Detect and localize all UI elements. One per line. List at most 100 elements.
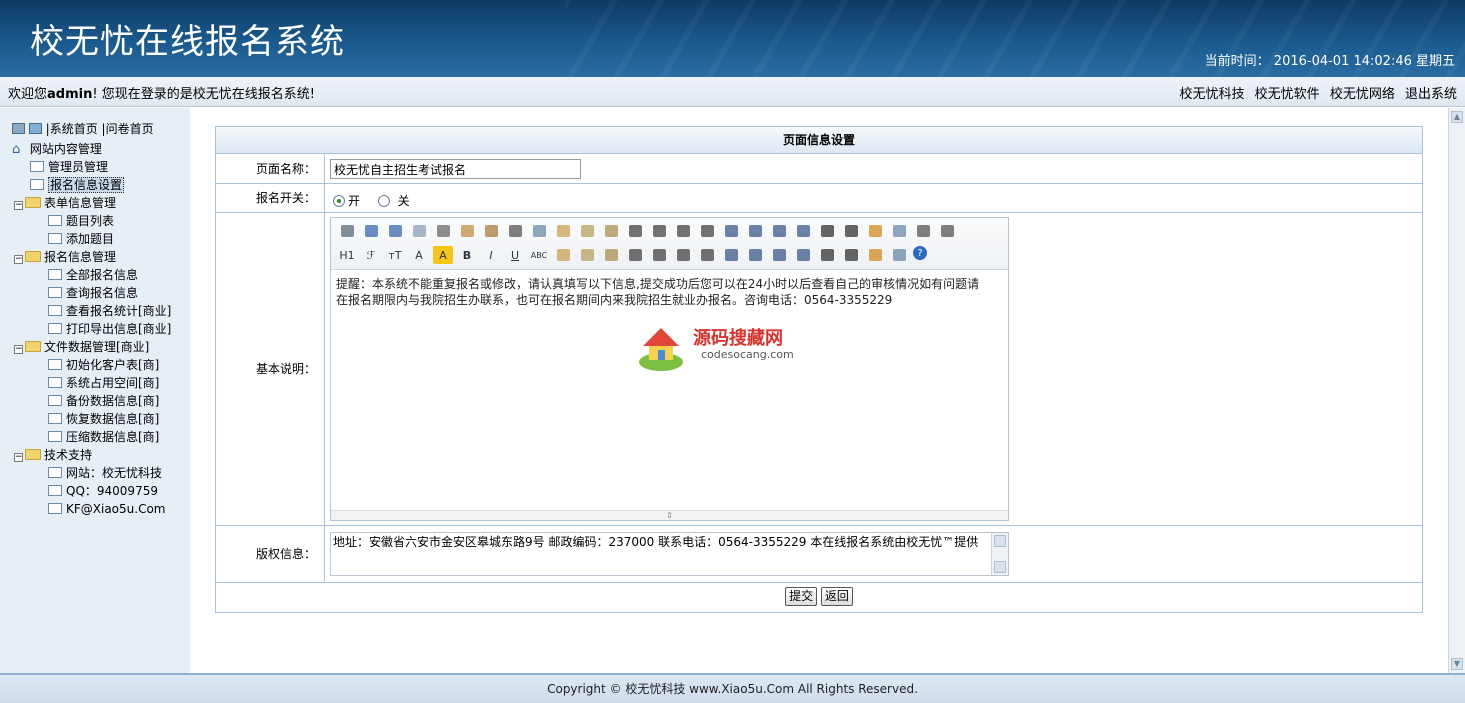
page-name-input[interactable]: [330, 159, 581, 179]
unordered-list-icon[interactable]: [745, 222, 765, 240]
page-break-icon[interactable]: [817, 246, 837, 264]
tree-folder[interactable]: − 表单信息管理: [14, 194, 116, 212]
scroll-down-icon[interactable]: [994, 561, 1006, 573]
submit-button[interactable]: 提交: [785, 587, 818, 606]
scroll-up-arrow-icon[interactable]: ▲: [1451, 111, 1463, 123]
undo-icon[interactable]: [361, 222, 381, 240]
print-icon[interactable]: [433, 222, 453, 240]
copyright-scrollbar[interactable]: [991, 533, 1008, 575]
image-icon[interactable]: [601, 246, 621, 264]
fullscreen-icon[interactable]: [937, 222, 957, 240]
heading-icon[interactable]: H1: [337, 246, 357, 264]
survey-home-link[interactable]: 问卷首页: [106, 122, 154, 136]
back-button[interactable]: 返回: [820, 587, 853, 606]
redo-icon[interactable]: [385, 222, 405, 240]
emoticon-icon[interactable]: [769, 246, 789, 264]
paste-text-icon[interactable]: [577, 222, 597, 240]
collapse-icon[interactable]: −: [14, 255, 23, 264]
font-color-icon[interactable]: A: [409, 246, 429, 264]
tree-item[interactable]: 报名信息设置: [30, 176, 125, 194]
tree-item[interactable]: 打印导出信息[商业]: [48, 320, 171, 338]
italic-icon[interactable]: I: [481, 246, 501, 264]
cut-icon[interactable]: [505, 222, 525, 240]
clear-format-icon[interactable]: [865, 222, 885, 240]
paste-icon[interactable]: [553, 222, 573, 240]
tree-item[interactable]: 添加题目: [48, 230, 114, 248]
align-center-icon[interactable]: [649, 222, 669, 240]
attachment-icon[interactable]: [697, 246, 717, 264]
select-all-icon[interactable]: [889, 222, 909, 240]
source-icon[interactable]: [337, 222, 357, 240]
template-icon[interactable]: [457, 222, 477, 240]
switch-on-radio[interactable]: [333, 195, 345, 207]
tree-item[interactable]: 查看报名统计[商业]: [48, 302, 171, 320]
tree-item[interactable]: 初始化客户表[商]: [48, 356, 159, 374]
flash-icon[interactable]: [649, 246, 669, 264]
subscript-icon[interactable]: [817, 222, 837, 240]
copyright-textarea[interactable]: 地址：安徽省六安市金安区皋城东路9号 邮政编码：237000 联系电话：0564…: [330, 532, 1009, 576]
eraser-icon[interactable]: [577, 246, 597, 264]
indent-icon[interactable]: [769, 222, 789, 240]
superscript-icon[interactable]: [841, 222, 861, 240]
collapse-icon[interactable]: −: [14, 345, 23, 354]
horizontal-rule-icon[interactable]: [745, 246, 765, 264]
main-scrollbar[interactable]: ▲ ▼: [1448, 108, 1465, 673]
link-xiao5u-tech[interactable]: 校无忧科技: [1180, 87, 1245, 102]
highlight-icon[interactable]: A: [433, 246, 453, 264]
link-icon[interactable]: [865, 246, 885, 264]
anchor-icon[interactable]: [841, 246, 861, 264]
ordered-list-icon[interactable]: [721, 222, 741, 240]
logout-link[interactable]: 退出系统: [1405, 87, 1457, 102]
page-icon: [48, 359, 62, 370]
system-home-link[interactable]: 系统首页: [50, 122, 98, 136]
map-icon[interactable]: [793, 246, 813, 264]
tree-item[interactable]: 查询报名信息: [48, 284, 138, 302]
align-left-icon[interactable]: [625, 222, 645, 240]
tree-item[interactable]: 网站：校无忧科技: [48, 464, 162, 482]
tree-item[interactable]: KF@Xiao5u.Com: [48, 500, 166, 518]
code-icon[interactable]: [481, 222, 501, 240]
tree-item[interactable]: 全部报名信息: [48, 266, 138, 284]
tree-item[interactable]: 压缩数据信息[商]: [48, 428, 159, 446]
collapse-all-icon[interactable]: [12, 123, 25, 134]
multi-image-icon[interactable]: [625, 246, 645, 264]
font-size-icon[interactable]: тT: [385, 246, 405, 264]
link-xiao5u-network[interactable]: 校无忧网络: [1330, 87, 1395, 102]
strikethrough-icon[interactable]: ABC: [529, 246, 549, 264]
tree-item[interactable]: 管理员管理: [30, 158, 108, 176]
editor-content[interactable]: 提醒：本系统不能重复报名或修改，请认真填写以下信息,提交成功后您可以在24小时以…: [336, 276, 996, 308]
tree-root[interactable]: ⌂ 网站内容管理: [12, 140, 102, 158]
unlink-icon[interactable]: [889, 246, 909, 264]
switch-off-radio[interactable]: [377, 195, 390, 207]
tree-folder[interactable]: − 报名信息管理: [14, 248, 116, 266]
preview-icon[interactable]: [409, 222, 429, 240]
tree-item[interactable]: QQ：94009759: [48, 482, 158, 500]
line-height-icon[interactable]: [553, 246, 573, 264]
help-icon[interactable]: ?: [913, 246, 927, 260]
tree-item[interactable]: 题目列表: [48, 212, 114, 230]
paste-word-icon[interactable]: [601, 222, 621, 240]
media-icon[interactable]: [673, 246, 693, 264]
tree-item[interactable]: 系统占用空间[商]: [48, 374, 159, 392]
bold-icon[interactable]: B: [457, 246, 477, 264]
collapse-icon[interactable]: −: [14, 201, 23, 210]
tree-folder[interactable]: − 文件数据管理[商业]: [14, 338, 149, 356]
tree-folder[interactable]: − 技术支持: [14, 446, 92, 464]
description-label: 基本说明：: [216, 213, 325, 525]
tree-item[interactable]: 恢复数据信息[商]: [48, 410, 159, 428]
justify-icon[interactable]: [697, 222, 717, 240]
outdent-icon[interactable]: [793, 222, 813, 240]
collapse-icon[interactable]: −: [14, 453, 23, 462]
pointer-icon[interactable]: [913, 222, 933, 240]
tree-item[interactable]: 备份数据信息[商]: [48, 392, 159, 410]
font-name-icon[interactable]: ℱ: [361, 246, 381, 264]
copy-icon[interactable]: [529, 222, 549, 240]
scroll-down-arrow-icon[interactable]: ▼: [1451, 658, 1463, 670]
editor-resize-handle[interactable]: ⇕: [331, 510, 1008, 520]
link-xiao5u-software[interactable]: 校无忧软件: [1255, 87, 1320, 102]
table-icon[interactable]: [721, 246, 741, 264]
underline-icon[interactable]: U: [505, 246, 525, 264]
scroll-up-icon[interactable]: [994, 535, 1006, 547]
expand-all-icon[interactable]: [28, 123, 42, 134]
align-right-icon[interactable]: [673, 222, 693, 240]
